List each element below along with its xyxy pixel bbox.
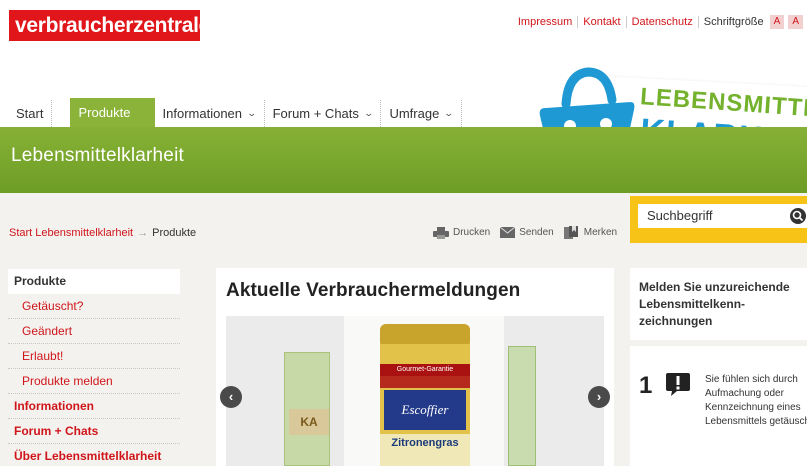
jar-name: Zitronengras [380,434,470,466]
product-pack-right [508,346,536,466]
news-panel: Aktuelle Verbrauchermeldungen KA Gourmet… [216,268,614,466]
sidebar-menu: Produkte Getäuscht? Geändert Erlaubt! Pr… [8,269,180,466]
sidebar-heading-produkte[interactable]: Produkte [8,269,180,294]
chevron-down-icon: ⌄ [443,108,455,118]
chevron-down-icon: ⌄ [246,108,258,118]
product-highlight: Gourmet-Garantie Escoffier Zitronengras [344,316,504,466]
bookmark-icon [563,226,578,239]
search-icon[interactable] [790,208,806,224]
search-box: Suchbegriff [630,196,807,243]
product-pack-left: KA [284,352,330,466]
jar-brand: Escoffier [384,390,466,430]
sidebar-item-erlaubt[interactable]: Erlaubt! [8,344,180,369]
main-navigation: Start Produkte Informationen ⌄ Forum + Ch… [8,98,462,127]
news-title: Aktuelle Verbrauchermeldungen [226,280,521,301]
jar-guarantee: Gourmet-Garantie [380,364,470,376]
carousel-prev-button[interactable]: ‹ [220,386,242,408]
nav-start-label: Start [16,106,44,121]
jar-lid [380,324,470,344]
send-label: Senden [519,227,554,238]
nav-start[interactable]: Start [8,100,53,127]
datenschutz-link[interactable]: Datenschutz [627,16,699,28]
bookmark-label: Merken [583,227,618,238]
verbraucherzentrale-logo[interactable]: verbraucherzentrale [9,10,210,41]
sidebar-item-geaendert[interactable]: Geändert [8,319,180,344]
page-section-title: Lebensmittelklarheit [11,145,184,166]
print-button[interactable]: Drucken [433,226,491,239]
breadcrumb-separator: → [137,227,149,239]
nav-informationen-label: Informationen [162,106,243,121]
kontakt-link[interactable]: Kontakt [578,16,627,28]
nav-forum-chats-label: Forum + Chats [272,106,359,121]
font-size-label: Schriftgröße [703,16,764,28]
page-tools: Drucken Senden Merken [433,226,617,239]
chevron-down-icon: ⌄ [363,108,374,118]
pack-label: KA [289,409,329,435]
nav-informationen[interactable]: Informationen ⌄ [155,100,265,127]
exclamation-bubble-icon [666,373,690,396]
impressum-link[interactable]: Impressum [513,16,579,28]
nav-forum-chats[interactable]: Forum + Chats ⌄ [265,100,382,127]
step-number: 1 [639,372,653,399]
nav-produkte-label: Produkte [78,105,131,120]
sidebar-item-getaeuscht[interactable]: Getäuscht? [8,294,180,319]
report-title: Melden Sie unzureichende Lebensmittelken… [639,280,790,328]
sidebar-item-forum-chats[interactable]: Forum + Chats [8,419,180,444]
breadcrumb-current: Produkte [152,227,197,239]
search-input[interactable]: Suchbegriff [638,204,807,228]
font-size-small-button[interactable]: A [769,15,785,29]
printer-icon [433,226,449,239]
breadcrumb: Start Lebensmittelklarheit → Produkte [9,227,196,239]
font-size-large-button[interactable]: A [788,15,803,29]
step-text: Sie fühlen sich durch Aufmachung oder Ke… [705,374,807,427]
jar-band [380,376,470,388]
breadcrumb-home-link[interactable]: Start Lebensmittelklarheit [9,227,133,239]
envelope-icon [500,227,516,238]
sidebar-item-informationen[interactable]: Informationen [8,394,180,419]
carousel-image[interactable]: KA Gourmet-Garantie Escoffier Zitronengr… [226,316,604,466]
carousel-next-button[interactable]: › [588,386,610,408]
send-button[interactable]: Senden [500,227,554,238]
nav-produkte[interactable]: Produkte [70,98,155,127]
product-jar: Gourmet-Garantie Escoffier Zitronengras [380,324,470,466]
report-divider [630,340,807,346]
sidebar-item-produkte-melden[interactable]: Produkte melden [8,369,180,394]
nav-umfrage[interactable]: Umfrage ⌄ [381,100,462,127]
print-label: Drucken [453,227,491,238]
bookmark-button[interactable]: Merken [563,226,618,239]
nav-umfrage-label: Umfrage [389,106,440,121]
top-links: Impressum Kontakt Datenschutz Schriftgrö… [513,14,807,30]
sidebar-item-ueber[interactable]: Über Lebensmittelklarheit [8,444,180,466]
report-panel: Melden Sie unzureichende Lebensmittelken… [630,268,807,466]
